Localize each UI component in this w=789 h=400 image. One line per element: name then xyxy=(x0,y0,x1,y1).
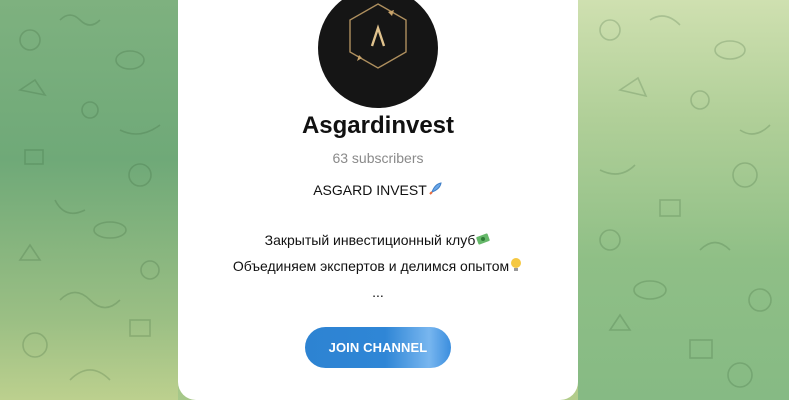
rocket-emoji xyxy=(427,181,443,201)
background-left xyxy=(0,0,178,400)
channel-title: Asgardinvest xyxy=(301,112,455,139)
subscriber-count: 63 subscribers xyxy=(332,150,424,166)
description-line-3: Объединяем экспертов и делимся опытом xyxy=(178,257,578,277)
money-emoji xyxy=(475,231,491,251)
background-right xyxy=(578,0,789,400)
description-text-1: ASGARD INVEST xyxy=(313,182,427,198)
description-line-2: Закрытый инвестиционный клуб xyxy=(178,231,578,251)
description-text-2: Закрытый инвестиционный клуб xyxy=(264,232,476,248)
description-text-3: Объединяем экспертов и делимся опытом xyxy=(232,258,510,274)
lightbulb-emoji xyxy=(509,257,523,277)
description-line-4: ... xyxy=(372,284,384,300)
join-channel-button[interactable]: JOIN CHANNEL xyxy=(305,327,451,368)
description-line-1: ASGARD INVEST xyxy=(178,181,578,201)
